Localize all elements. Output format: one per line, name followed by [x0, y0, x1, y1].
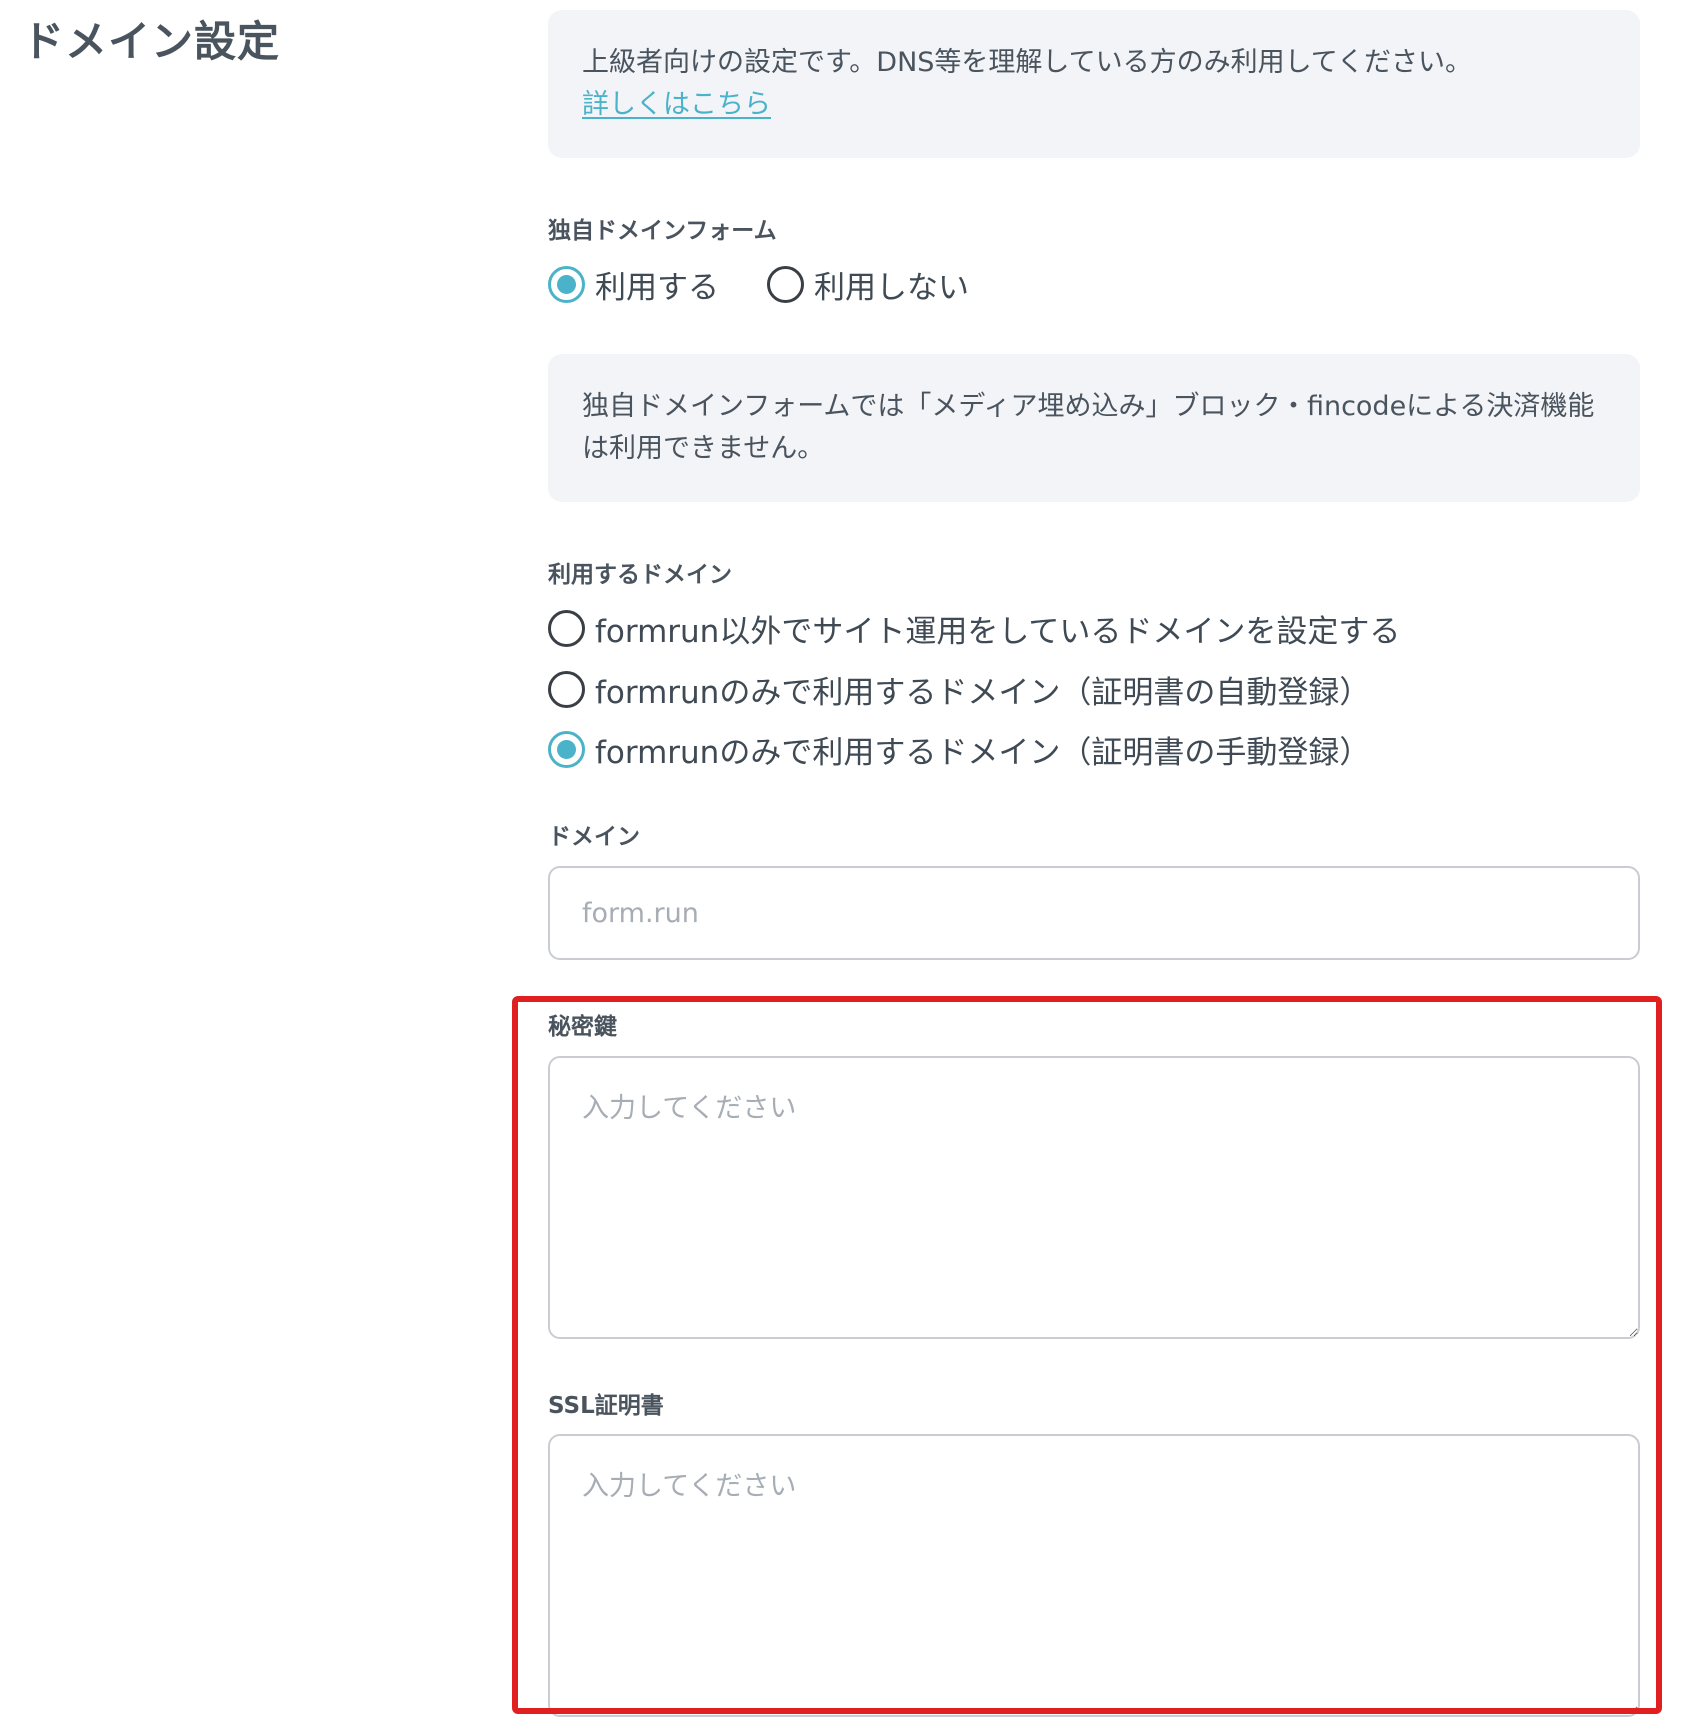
radio-button-use[interactable]: [548, 265, 585, 303]
restriction-notice-text: 独自ドメインフォームでは「メディア埋め込み」ブロック・fincodeによる決済機…: [582, 391, 1595, 464]
domain-type-option-auto-cert[interactable]: formrunのみで利用するドメイン（証明書の自動登録）: [548, 665, 1370, 713]
radio-button-manual-cert[interactable]: [548, 730, 585, 768]
radio-label-manual-cert: formrunのみで利用するドメイン（証明書の手動登録）: [595, 734, 1371, 771]
ssl-certificate-textarea[interactable]: [548, 1434, 1640, 1717]
radio-option-use[interactable]: 利用する: [548, 262, 719, 307]
custom-domain-form-radio-group: 利用する 利用しない: [548, 260, 969, 308]
radio-button-auto-cert[interactable]: [548, 670, 585, 708]
domain-label: ドメイン: [548, 824, 640, 850]
domain-input[interactable]: [548, 866, 1640, 960]
advanced-notice-text: 上級者向けの設定です。DNS等を理解している方のみ利用してください。: [582, 47, 1472, 78]
radio-label-auto-cert: formrunのみで利用するドメイン（証明書の自動登録）: [595, 674, 1371, 711]
radio-label-use: 利用する: [595, 269, 719, 306]
private-key-textarea[interactable]: [548, 1056, 1640, 1339]
radio-button-not-use[interactable]: [767, 265, 804, 303]
radio-button-external-domain[interactable]: [548, 609, 585, 647]
custom-domain-form-label: 独自ドメインフォーム: [548, 218, 777, 244]
radio-label-not-use: 利用しない: [814, 269, 969, 306]
private-key-label: 秘密鍵: [548, 1014, 617, 1040]
domain-type-label: 利用するドメイン: [548, 562, 732, 588]
domain-type-option-external[interactable]: formrun以外でサイト運用をしているドメインを設定する: [548, 604, 1400, 652]
radio-label-external-domain: formrun以外でサイト運用をしているドメインを設定する: [595, 613, 1401, 650]
radio-option-not-use[interactable]: 利用しない: [767, 262, 969, 307]
ssl-certificate-label: SSL証明書: [548, 1393, 664, 1419]
advanced-settings-notice: 上級者向けの設定です。DNS等を理解している方のみ利用してください。 詳しくはこ…: [548, 10, 1640, 158]
restriction-notice: 独自ドメインフォームでは「メディア埋め込み」ブロック・fincodeによる決済機…: [548, 354, 1640, 502]
learn-more-link[interactable]: 詳しくはこちら: [582, 89, 771, 120]
domain-type-option-manual-cert[interactable]: formrunのみで利用するドメイン（証明書の手動登録）: [548, 725, 1370, 773]
section-title: ドメイン設定: [22, 17, 281, 66]
